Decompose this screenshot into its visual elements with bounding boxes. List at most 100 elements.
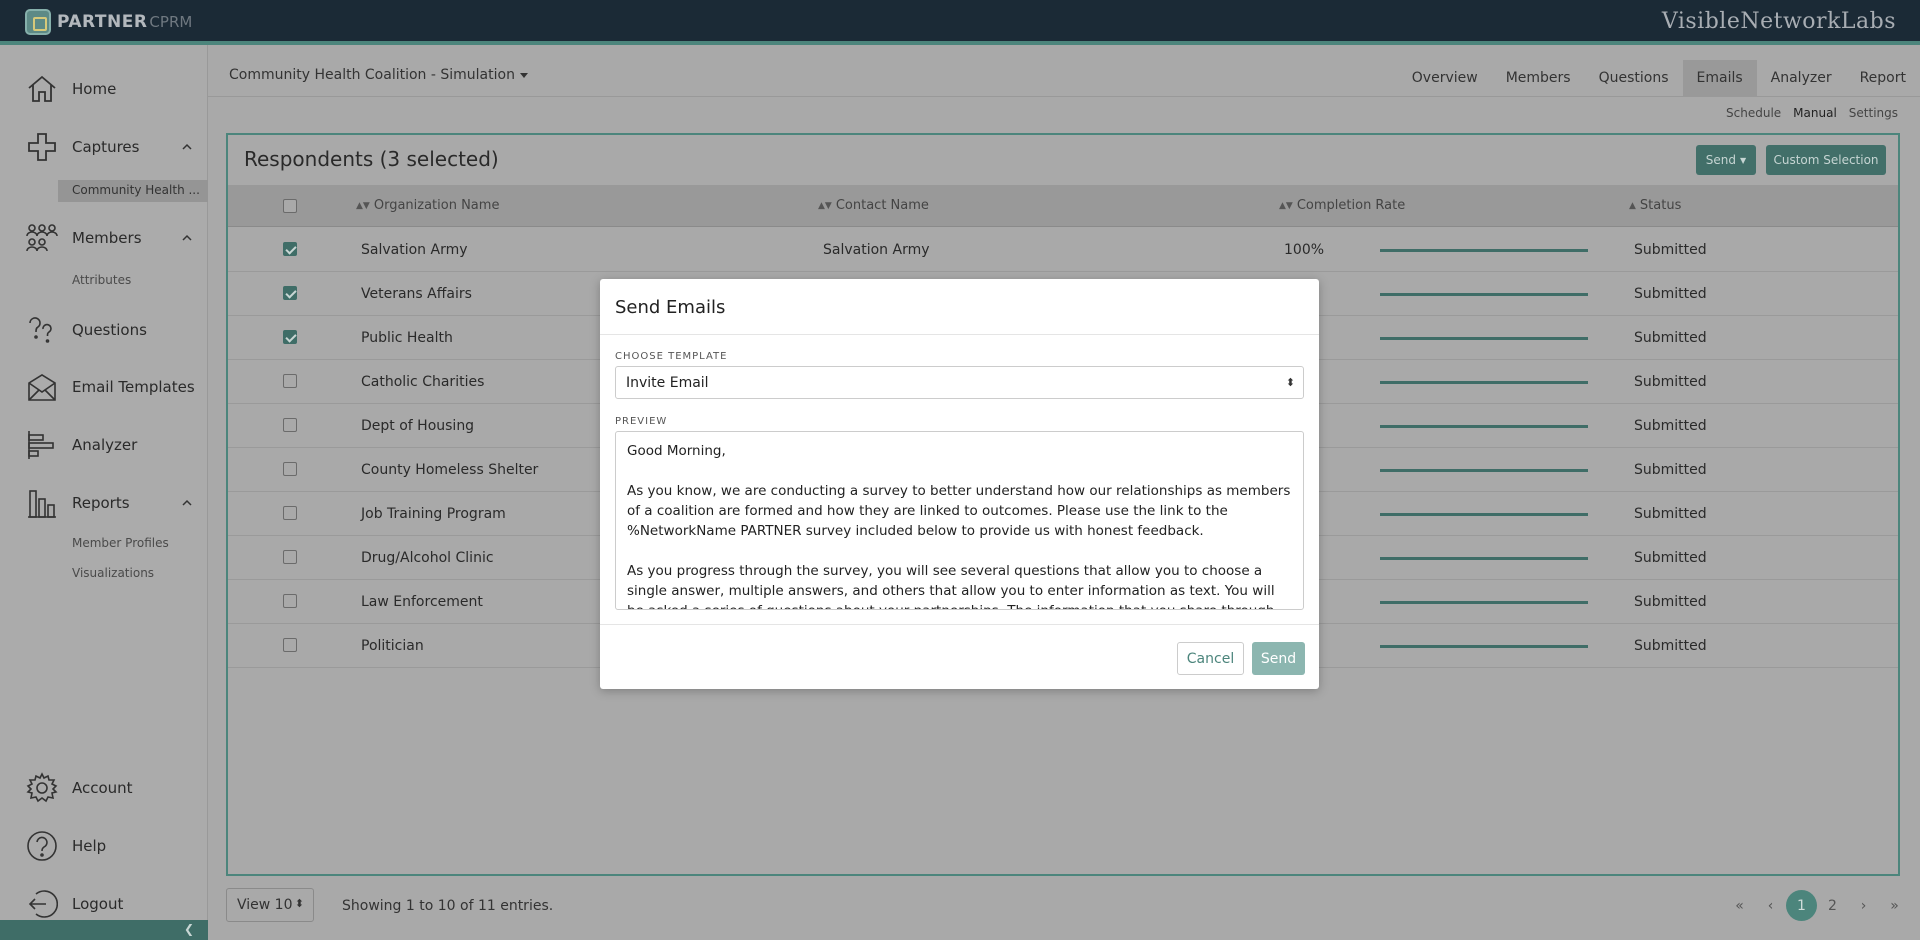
subtab-schedule[interactable]: Schedule <box>1726 106 1781 120</box>
subtab-settings[interactable]: Settings <box>1849 106 1898 120</box>
main-tabs: Overview Members Questions Emails Analyz… <box>1398 60 1920 96</box>
pager-page-2[interactable]: 2 <box>1817 890 1848 921</box>
select-all-checkbox[interactable] <box>283 199 297 213</box>
pager-first[interactable]: « <box>1724 890 1755 921</box>
row-checkbox[interactable] <box>283 330 297 344</box>
column-contact[interactable]: ▲▼ Contact Name <box>818 198 929 213</box>
status-cell: Submitted <box>1634 594 1707 610</box>
sidebar-collapse-bar[interactable]: ❮ <box>0 920 208 940</box>
analyzer-icon <box>28 431 54 459</box>
help-icon <box>27 831 57 861</box>
completion-progress-bar <box>1380 293 1588 296</box>
pager-page-1[interactable]: 1 <box>1786 890 1817 921</box>
row-checkbox[interactable] <box>283 374 297 388</box>
status-cell: Submitted <box>1634 418 1707 434</box>
coalition-dropdown[interactable]: Community Health Coalition - Simulation <box>229 67 528 83</box>
cancel-button[interactable]: Cancel <box>1177 642 1244 675</box>
row-checkbox[interactable] <box>283 506 297 520</box>
email-preview[interactable]: Good Morning, As you know, we are conduc… <box>615 431 1304 610</box>
completion-progress-bar <box>1380 513 1588 516</box>
panel-title: Respondents (3 selected) <box>244 147 499 171</box>
contact-cell: Salvation Army <box>823 242 930 258</box>
tab-questions[interactable]: Questions <box>1585 60 1683 96</box>
partner-logo-icon <box>25 9 51 35</box>
row-checkbox[interactable] <box>283 462 297 476</box>
sidebar-subitem-member-profiles[interactable]: Member Profiles <box>72 536 169 550</box>
modal-divider <box>600 624 1319 625</box>
sidebar-item-analyzer[interactable]: Analyzer <box>0 425 208 465</box>
sidebar-label-members: Members <box>72 229 142 247</box>
organization-cell: Law Enforcement <box>361 594 483 610</box>
column-contact-label: Contact Name <box>835 198 929 213</box>
template-select[interactable]: Invite Email <box>615 366 1304 399</box>
sidebar-label-reports: Reports <box>72 494 130 512</box>
chevron-up-icon[interactable] <box>182 498 192 508</box>
row-checkbox[interactable] <box>283 286 297 300</box>
sidebar-item-members[interactable]: Members <box>0 218 208 258</box>
column-organization[interactable]: ▲▼ Organization Name <box>356 198 499 213</box>
sort-icon: ▲▼ <box>818 201 832 211</box>
row-checkbox[interactable] <box>283 418 297 432</box>
row-checkbox[interactable] <box>283 638 297 652</box>
row-checkbox[interactable] <box>283 594 297 608</box>
organization-cell: Drug/Alcohol Clinic <box>361 550 494 566</box>
status-cell: Submitted <box>1634 462 1707 478</box>
chevron-up-icon[interactable] <box>182 142 192 152</box>
tab-analyzer[interactable]: Analyzer <box>1757 60 1846 96</box>
chevron-up-icon[interactable] <box>182 233 192 243</box>
pager-prev[interactable]: ‹ <box>1755 890 1786 921</box>
send-dropdown-button[interactable]: Send ▼ <box>1696 145 1756 175</box>
sidebar-item-logout[interactable]: Logout <box>0 884 208 924</box>
subtab-manual[interactable]: Manual <box>1793 106 1837 120</box>
sidebar-label-help: Help <box>72 837 107 855</box>
column-completion-label: Completion Rate <box>1296 198 1406 213</box>
brand-logo-link[interactable]: PARTNER CPRM <box>25 9 192 35</box>
tab-overview[interactable]: Overview <box>1398 60 1492 96</box>
sidebar-item-email-templates[interactable]: Email Templates <box>0 367 208 407</box>
completion-progress-bar <box>1380 337 1588 340</box>
caret-down-icon: ▼ <box>1740 155 1747 165</box>
sidebar-item-home[interactable]: Home <box>0 69 208 109</box>
sidebar-subitem-community-health[interactable]: Community Health ... <box>58 180 208 202</box>
custom-selection-button[interactable]: Custom Selection <box>1766 145 1886 175</box>
column-status-label: Status <box>1639 198 1682 213</box>
completion-progress-bar <box>1380 381 1588 384</box>
preview-paragraph: As you know, we are conducting a survey … <box>627 483 1291 539</box>
status-cell: Submitted <box>1634 550 1707 566</box>
table-row[interactable]: Salvation Army Salvation Army 100% Submitte… <box>228 228 1898 272</box>
pager-next[interactable]: › <box>1848 890 1879 921</box>
sort-asc-icon: ▲ <box>1629 201 1636 211</box>
tab-report[interactable]: Report <box>1846 60 1920 96</box>
sidebar-item-reports[interactable]: Reports <box>0 483 208 523</box>
page-size-select[interactable]: View 10 <box>226 888 314 922</box>
preview-paragraph: As you progress through the survey, you … <box>627 563 1275 609</box>
logout-icon <box>28 890 58 918</box>
column-completion[interactable]: ▲▼ Completion Rate <box>1279 198 1405 213</box>
row-checkbox[interactable] <box>283 242 297 256</box>
sidebar-label-logout: Logout <box>72 895 124 913</box>
content-header: Community Health Coalition - Simulation … <box>208 45 1920 97</box>
sidebar-label-analyzer: Analyzer <box>72 436 138 454</box>
sidebar-item-account[interactable]: Account <box>0 768 208 808</box>
modal-divider <box>600 334 1319 335</box>
sidebar-item-help[interactable]: Help <box>0 826 208 866</box>
sidebar-subitem-visualizations[interactable]: Visualizations <box>72 566 154 580</box>
row-checkbox[interactable] <box>283 550 297 564</box>
table-header: ▲▼ Organization Name ▲▼ Contact Name ▲▼ Com… <box>228 185 1898 227</box>
members-icon <box>26 224 58 252</box>
organization-cell: Dept of Housing <box>361 418 475 434</box>
completion-progress-bar <box>1380 601 1588 604</box>
sidebar-label-account: Account <box>72 779 133 797</box>
sidebar-item-captures[interactable]: Captures <box>0 127 208 167</box>
completion-progress-bar <box>1380 557 1588 560</box>
sidebar-subitem-attributes[interactable]: Attributes <box>72 273 131 287</box>
send-button[interactable]: Send <box>1252 642 1305 675</box>
brand-sub: CPRM <box>149 13 193 31</box>
pager-last[interactable]: » <box>1879 890 1910 921</box>
column-status[interactable]: ▲ Status <box>1629 198 1681 213</box>
tab-members[interactable]: Members <box>1492 60 1585 96</box>
sidebar-item-questions[interactable]: Questions <box>0 310 208 350</box>
tab-emails[interactable]: Emails <box>1682 60 1757 96</box>
status-cell: Submitted <box>1634 506 1707 522</box>
organization-cell: Salvation Army <box>361 242 468 258</box>
